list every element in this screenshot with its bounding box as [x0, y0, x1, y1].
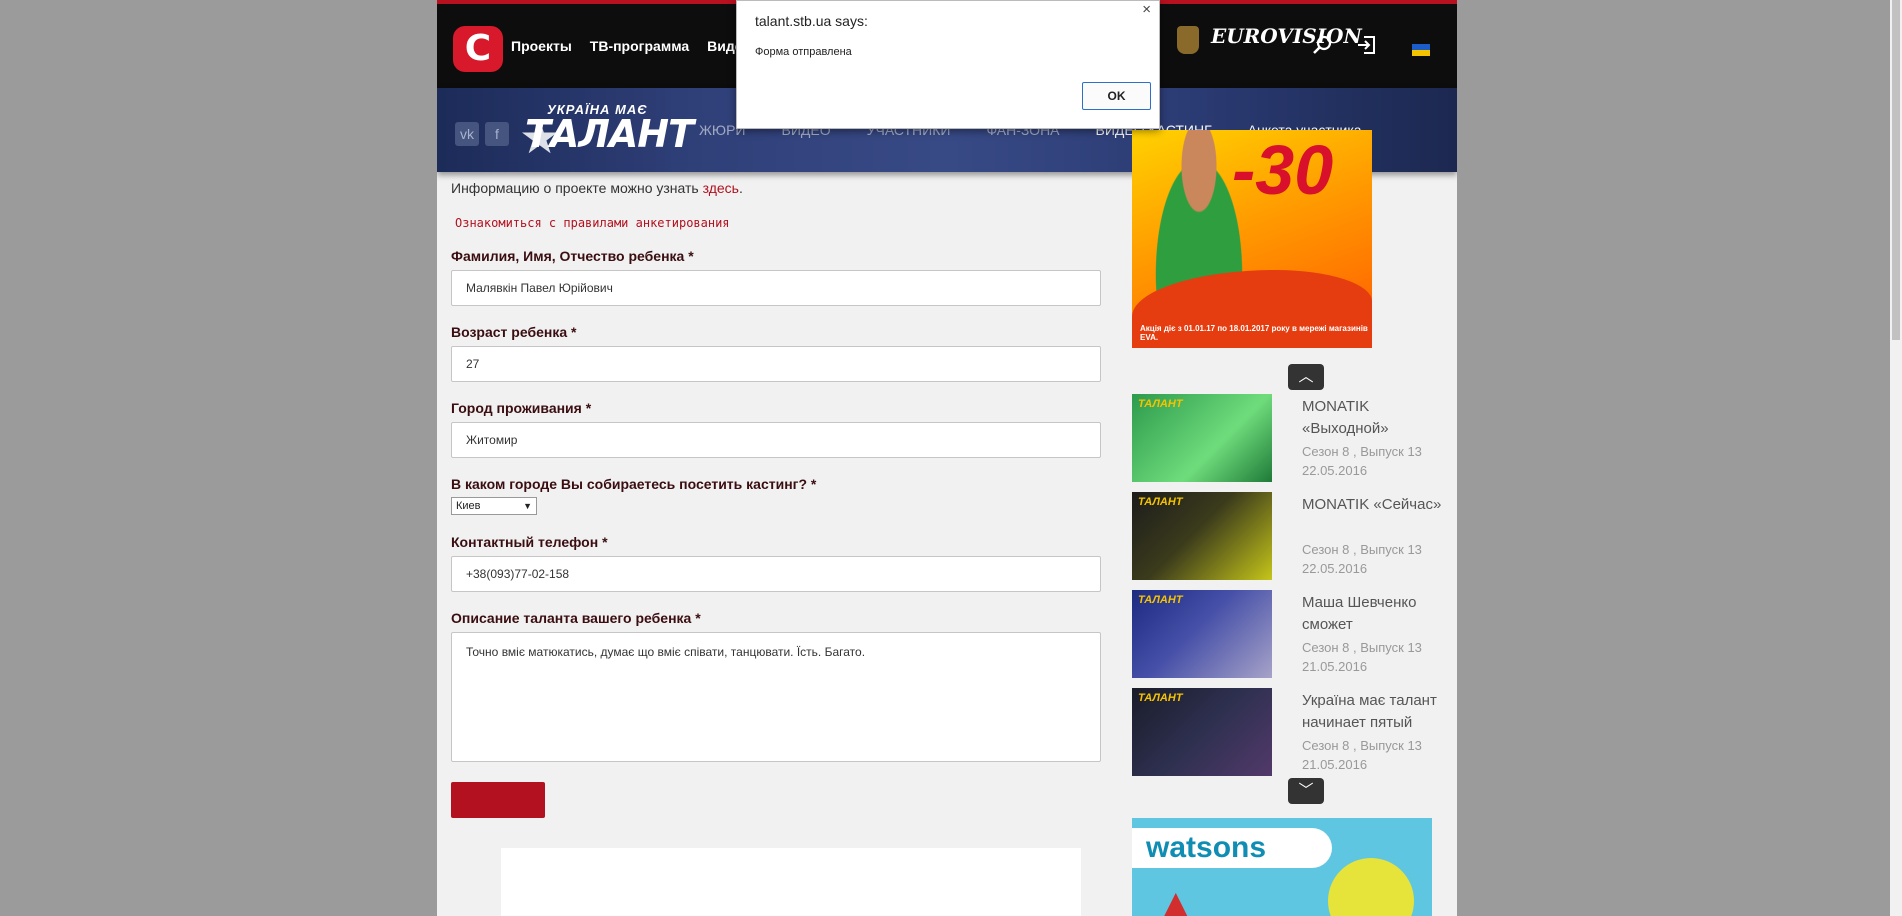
- city-label: Город проживания *: [451, 400, 592, 416]
- alert-dialog: talant.stb.ua says: × Форма отправлена O…: [736, 0, 1160, 129]
- login-icon[interactable]: [1355, 34, 1379, 58]
- nav-tv-program[interactable]: ТВ-программа: [590, 38, 689, 54]
- thumbnail-logo: ТАЛАНТ: [1138, 398, 1183, 410]
- video-meta: Сезон 8 , Выпуск 13: [1302, 542, 1422, 557]
- thumbnail-logo: ТАЛАНТ: [1138, 692, 1183, 704]
- watsons-brand: watsons: [1132, 828, 1332, 868]
- casting-city-select[interactable]: Киев ▼: [451, 497, 537, 515]
- dialog-message: Форма отправлена: [755, 46, 852, 58]
- ukraine-flag-icon[interactable]: [1412, 44, 1430, 56]
- name-label: Фамилия, Имя, Отчество ребенка *: [451, 248, 694, 264]
- video-date: 22.05.2016: [1302, 463, 1368, 478]
- scrollbar-thumb[interactable]: [1892, 0, 1900, 340]
- search-icon[interactable]: [1311, 34, 1335, 58]
- info-text: Информацию о проекте можно узнать: [451, 180, 703, 196]
- video-title[interactable]: MONATIK «Сейчас»: [1302, 494, 1452, 516]
- phone-label: Контактный телефон *: [451, 534, 608, 550]
- chevron-down-icon: ﹀: [1298, 782, 1314, 799]
- video-thumbnail[interactable]: ТАЛАНТ: [1132, 590, 1272, 678]
- page-scrollbar[interactable]: [1890, 0, 1902, 916]
- age-field[interactable]: 27: [451, 346, 1101, 382]
- vk-icon[interactable]: vk: [455, 122, 479, 146]
- content-box: [501, 848, 1081, 916]
- scroll-down-button[interactable]: ﹀: [1288, 778, 1324, 804]
- name-field[interactable]: Малявкін Павел Юрійович: [451, 270, 1101, 306]
- info-end: .: [738, 180, 743, 196]
- stb-logo[interactable]: С: [453, 26, 503, 72]
- ad-circle: [1328, 858, 1414, 916]
- rules-link[interactable]: Ознакомиться с правилами анкетирования: [455, 216, 730, 230]
- dropdown-arrow-icon: ▼: [523, 501, 532, 511]
- video-item[interactable]: ТАЛАНТ MONATIK «Сейчас» Сезон 8 , Выпуск…: [1132, 492, 1442, 580]
- casting-city-label: В каком городе Вы собираетесь посетить к…: [451, 476, 817, 492]
- video-title[interactable]: Україна має талант начинает пятый: [1302, 690, 1452, 734]
- video-thumbnail[interactable]: ТАЛАНТ: [1132, 394, 1272, 482]
- eva-ad-banner[interactable]: -30 Акція діє з 01.01.17 по 18.01.2017 р…: [1132, 130, 1372, 348]
- main-nav: Проекты ТВ-программа Видео: [511, 38, 751, 54]
- video-title[interactable]: MONATIK «Выходной»: [1302, 396, 1452, 440]
- casting-city-value: Киев: [456, 500, 481, 512]
- video-meta: Сезон 8 , Выпуск 13: [1302, 640, 1422, 655]
- talent-description-field[interactable]: Точно вміє матюкатись, думає що вміє спі…: [451, 632, 1101, 762]
- ad-fine-print: Акція діє з 01.01.17 по 18.01.2017 року …: [1140, 324, 1368, 342]
- video-item[interactable]: ТАЛАНТ MONATIK «Выходной» Сезон 8 , Выпу…: [1132, 394, 1442, 482]
- video-item[interactable]: ТАЛАНТ Маша Шевченко сможет Сезон 8 , Вы…: [1132, 590, 1442, 678]
- ok-button[interactable]: OK: [1082, 82, 1151, 110]
- video-date: 22.05.2016: [1302, 561, 1368, 576]
- eurovision-logo[interactable]: EUROVISION: [1211, 24, 1362, 48]
- video-title[interactable]: Маша Шевченко сможет: [1302, 592, 1452, 636]
- dialog-title: talant.stb.ua says:: [755, 13, 868, 29]
- video-meta: Сезон 8 , Выпуск 13: [1302, 444, 1422, 459]
- age-label: Возраст ребенка *: [451, 324, 577, 340]
- close-icon[interactable]: ×: [1142, 1, 1151, 18]
- city-field[interactable]: Житомир: [451, 422, 1101, 458]
- talent-logo[interactable]: УКРАЇНА МАЄ ТАЛАНТ: [525, 102, 694, 156]
- thumbnail-logo: ТАЛАНТ: [1138, 594, 1183, 606]
- scroll-up-button[interactable]: ︿: [1288, 364, 1324, 390]
- ad-discount: -30: [1232, 131, 1334, 209]
- watsons-ad-banner[interactable]: watsons ▲: [1132, 818, 1432, 916]
- info-link[interactable]: здесь: [703, 180, 739, 196]
- talent-label: Описание таланта вашего ребенка *: [451, 610, 701, 626]
- video-date: 21.05.2016: [1302, 659, 1368, 674]
- video-thumbnail[interactable]: ТАЛАНТ: [1132, 688, 1272, 776]
- project-info: Информацию о проекте можно узнать здесь.: [451, 180, 743, 196]
- trophy-icon[interactable]: [1177, 26, 1199, 54]
- talent-logo-line2: ТАЛАНТ: [525, 112, 694, 156]
- thumbnail-logo: ТАЛАНТ: [1138, 496, 1183, 508]
- tree-icon: ▲: [1152, 879, 1200, 916]
- nav-projects[interactable]: Проекты: [511, 38, 572, 54]
- facebook-icon[interactable]: f: [485, 122, 509, 146]
- video-meta: Сезон 8 , Выпуск 13: [1302, 738, 1422, 753]
- video-item[interactable]: ТАЛАНТ Україна має талант начинает пятый…: [1132, 688, 1442, 776]
- chevron-up-icon: ︿: [1298, 368, 1314, 385]
- video-thumbnail[interactable]: ТАЛАНТ: [1132, 492, 1272, 580]
- phone-field[interactable]: +38(093)77-02-158: [451, 556, 1101, 592]
- video-date: 21.05.2016: [1302, 757, 1368, 772]
- page: С Проекты ТВ-программа Видео EUROVISION …: [437, 0, 1457, 916]
- submit-button[interactable]: [451, 782, 545, 818]
